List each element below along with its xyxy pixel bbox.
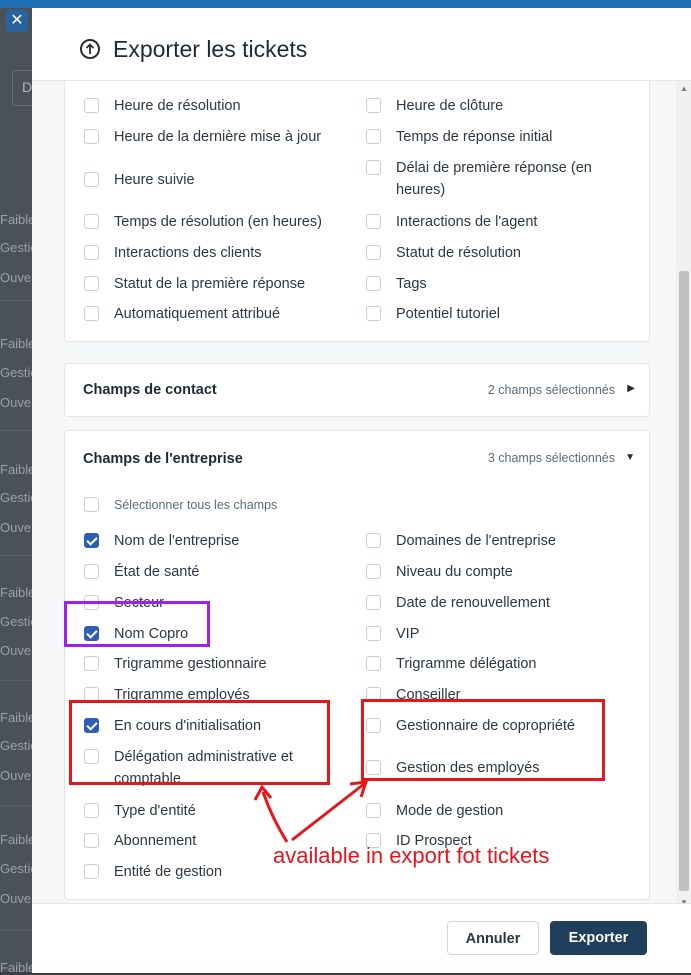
- annotation-arrows: [253, 780, 369, 843]
- annotation-text: available in export fot tickets: [273, 843, 550, 868]
